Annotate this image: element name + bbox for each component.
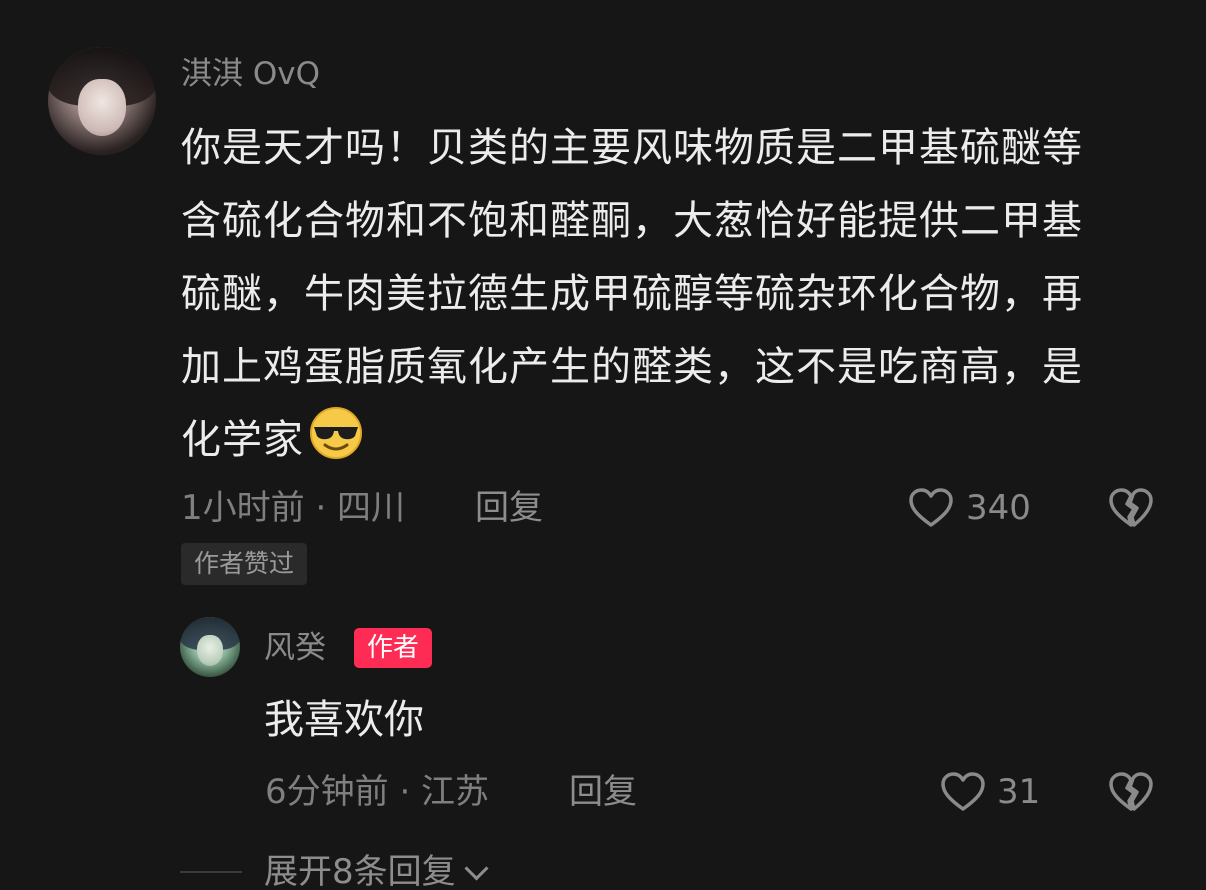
- comment-timestamp-location: 1小时前 · 四川: [181, 488, 406, 528]
- expand-replies-label: 展开8条回复: [264, 852, 456, 890]
- chevron-down-icon: [464, 856, 489, 881]
- commenter-username[interactable]: 淇淇 OvQ: [181, 54, 320, 94]
- expand-divider: [180, 871, 242, 873]
- reply-button[interactable]: 回复: [475, 486, 543, 530]
- heart-icon[interactable]: [939, 768, 987, 816]
- like-count: 340: [966, 488, 1031, 528]
- comment-text-line-last: 化学家: [181, 404, 1156, 477]
- broken-heart-icon[interactable]: [1107, 768, 1155, 816]
- reply-button[interactable]: 回复: [569, 770, 637, 814]
- comment-text-line: 含硫化合物和不饱和醛酮，大葱恰好能提供二甲基: [181, 198, 1083, 244]
- like-count: 31: [997, 772, 1041, 812]
- comment-text: 你是天才吗！贝类的主要风味物质是二甲基硫醚等 含硫化合物和不饱和醛酮，大葱恰好能…: [181, 112, 1156, 477]
- heart-icon[interactable]: [907, 484, 955, 532]
- author-liked-tag: 作者赞过: [181, 543, 308, 585]
- comment-thread: 淇淇 OvQ 你是天才吗！贝类的主要风味物质是二甲基硫醚等 含硫化合物和不饱和醛…: [0, 0, 1206, 890]
- comment-text-line: 硫醚，牛肉美拉德生成甲硫醇等硫杂环化合物，再: [181, 271, 1083, 317]
- broken-heart-icon[interactable]: [1107, 484, 1155, 532]
- reply-text: 我喜欢你: [264, 697, 424, 743]
- author-badge: 作者: [354, 628, 433, 668]
- replier-avatar[interactable]: [180, 617, 240, 677]
- comment-text-line: 加上鸡蛋脂质氧化产生的醛类，这不是吃商高，是: [181, 344, 1083, 390]
- reply-timestamp-location: 6分钟前 · 江苏: [265, 772, 490, 812]
- expand-replies-button[interactable]: 展开8条回复: [264, 850, 489, 890]
- replier-username[interactable]: 风癸: [264, 628, 326, 668]
- sunglasses-emoji-icon: [308, 405, 364, 461]
- commenter-avatar[interactable]: [48, 47, 156, 155]
- comment-text-fragment: 化学家: [181, 417, 304, 463]
- comment-text-line: 你是天才吗！贝类的主要风味物质是二甲基硫醚等: [181, 125, 1083, 171]
